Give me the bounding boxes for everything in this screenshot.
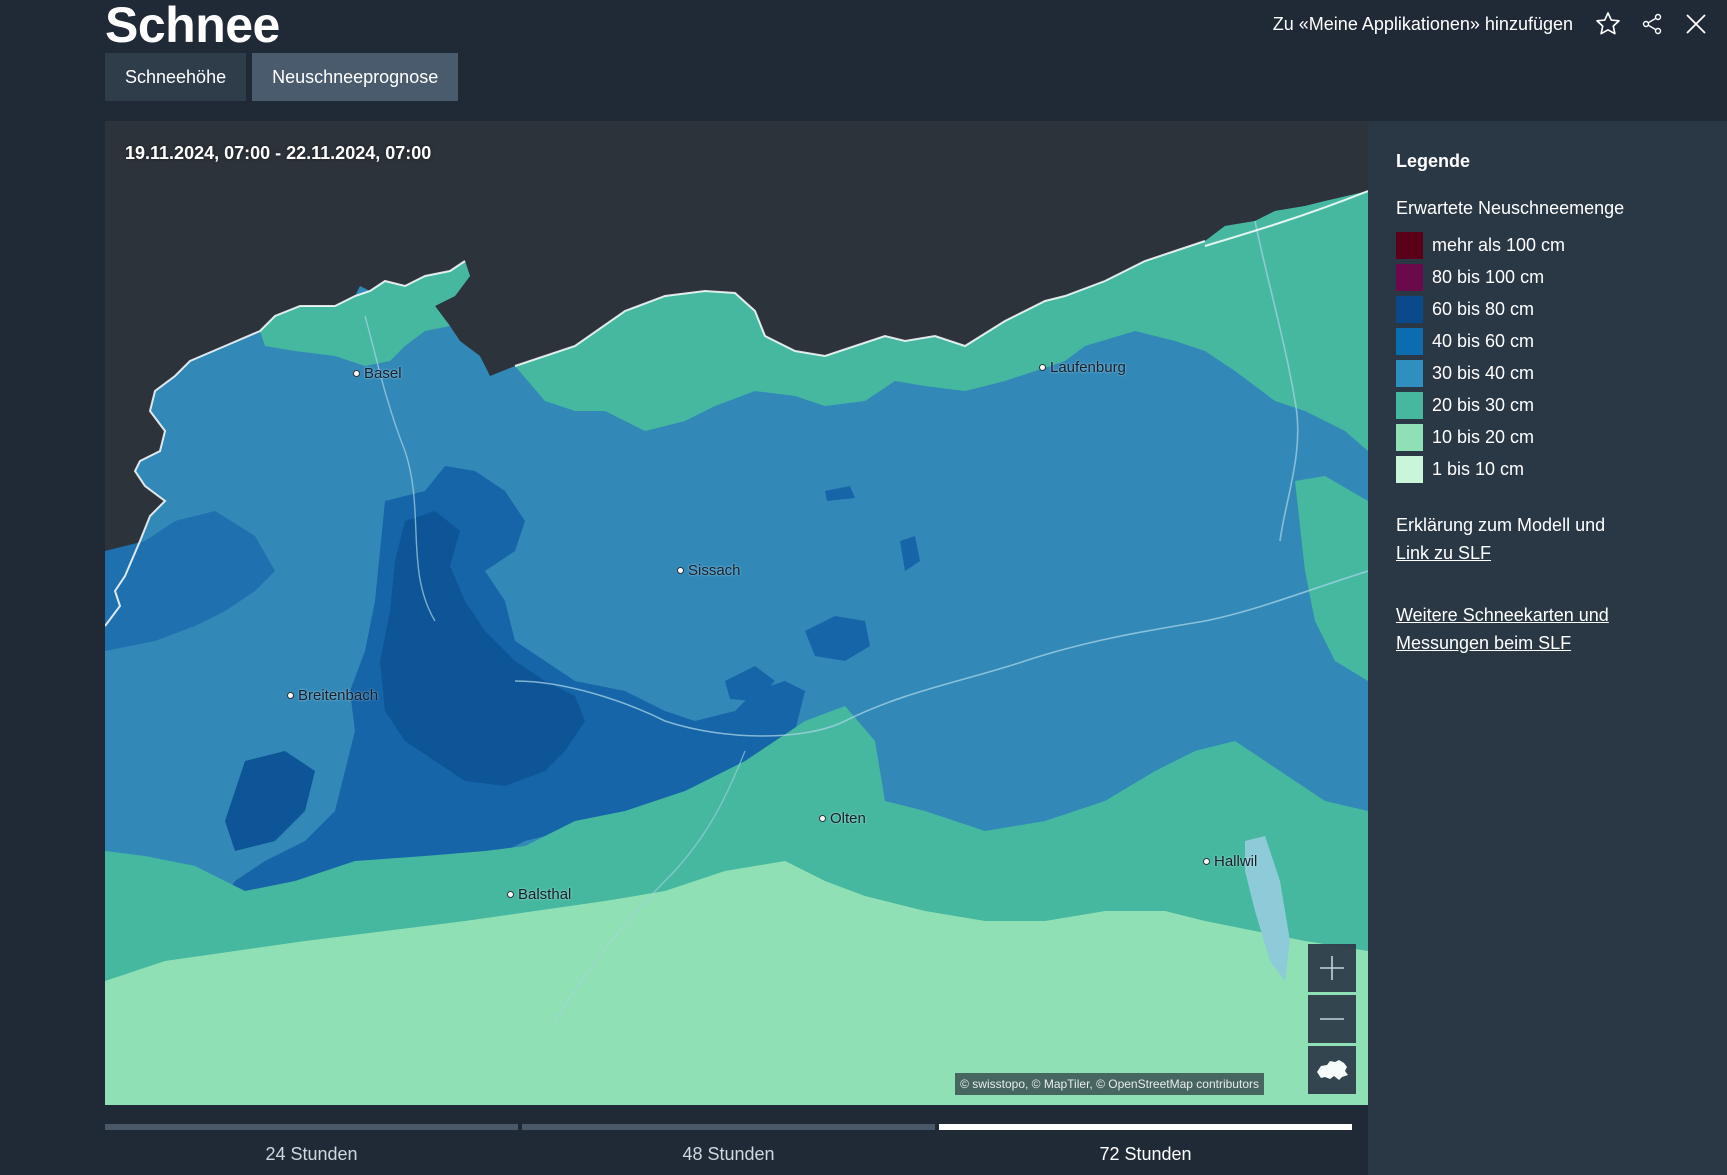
model-explanation-text: Erklärung zum Modell und [1396, 515, 1606, 535]
place-marker [507, 891, 514, 898]
legend-swatch [1396, 295, 1423, 323]
legend-swatch [1396, 455, 1423, 483]
place-olten: Olten [819, 810, 866, 827]
place-marker [677, 567, 684, 574]
place-hallwil: Hallwil [1203, 853, 1257, 870]
place-label: Sissach [688, 562, 741, 579]
legend-item: 80 bis 100 cm [1396, 261, 1727, 293]
legend-items: mehr als 100 cm 80 bis 100 cm 60 bis 80 … [1396, 229, 1727, 485]
zoom-out-button[interactable] [1308, 995, 1356, 1043]
tab-bar: Schneehöhe Neuschneeprognose [105, 53, 459, 101]
map-attribution: © swisstopo, © MapTiler, © OpenStreetMap… [955, 1073, 1264, 1095]
header-actions: Zu «Meine Applikationen» hinzufügen [1273, 6, 1711, 42]
legend-swatch [1396, 359, 1423, 387]
legend-swatch [1396, 327, 1423, 355]
timeline-label: 72 Stunden [1099, 1144, 1192, 1164]
zoom-out-icon [1320, 1018, 1344, 1020]
legend-label: mehr als 100 cm [1432, 234, 1566, 255]
timeline-label: 48 Stunden [682, 1144, 775, 1164]
reset-view-button[interactable] [1308, 1046, 1356, 1094]
legend-swatch [1396, 391, 1423, 419]
legend-item: 30 bis 40 cm [1396, 357, 1727, 389]
slf-link[interactable]: Link zu SLF [1396, 539, 1727, 567]
place-sissach: Sissach [677, 562, 741, 579]
place-marker [353, 370, 360, 377]
legend-swatch [1396, 231, 1423, 259]
forecast-date-range: 19.11.2024, 07:00 - 22.11.2024, 07:00 [125, 143, 432, 163]
more-maps-link[interactable]: Weitere Schneekarten und Messungen beim … [1396, 601, 1727, 657]
place-label: Basel [364, 365, 402, 382]
add-to-my-apps-link[interactable]: Zu «Meine Applikationen» hinzufügen [1273, 14, 1573, 35]
place-label: Olten [830, 810, 866, 827]
place-marker [1039, 364, 1046, 371]
share-icon[interactable] [1637, 9, 1667, 39]
legend-label: 80 bis 100 cm [1432, 266, 1545, 287]
legend-panel: Legende Erwartete Neuschneemenge mehr al… [1368, 121, 1727, 1175]
zoom-in-icon [1320, 956, 1344, 980]
legend-label: 30 bis 40 cm [1432, 362, 1535, 383]
legend-swatch [1396, 263, 1423, 291]
timeline-72h[interactable]: 72 Stunden [939, 1124, 1352, 1165]
legend-item: 20 bis 30 cm [1396, 389, 1727, 421]
timeline-label: 24 Stunden [265, 1144, 358, 1164]
legend-item: 10 bis 20 cm [1396, 421, 1727, 453]
snow-forecast-map[interactable]: 19.11.2024, 07:00 - 22.11.2024, 07:00 Ba… [105, 121, 1368, 1105]
place-laufenburg: Laufenburg [1039, 359, 1126, 376]
place-breitenbach: Breitenbach [287, 687, 378, 704]
map-canvas [105, 121, 1368, 1105]
place-label: Breitenbach [298, 687, 379, 704]
timeline-bar [939, 1124, 1352, 1130]
zoom-in-button[interactable] [1308, 944, 1356, 992]
tab-schneehoehe[interactable]: Schneehöhe [105, 53, 247, 101]
model-explanation: Erklärung zum Modell und Link zu SLF [1396, 511, 1727, 567]
tab-neuschneeprognose[interactable]: Neuschneeprognose [252, 53, 459, 101]
timeline-bar [522, 1124, 935, 1130]
timeline: 24 Stunden 48 Stunden 72 Stunden [105, 1124, 1352, 1165]
timeline-24h[interactable]: 24 Stunden [105, 1124, 518, 1165]
legend-title: Legende [1396, 151, 1471, 171]
legend-label: 1 bis 10 cm [1432, 458, 1525, 479]
legend-label: 40 bis 60 cm [1432, 330, 1535, 351]
place-marker [287, 692, 294, 699]
timeline-bar [105, 1124, 518, 1130]
legend-item: 60 bis 80 cm [1396, 293, 1727, 325]
place-marker [819, 815, 826, 822]
place-label: Laufenburg [1050, 359, 1126, 376]
page-title: Schnee [105, 0, 280, 53]
place-basel: Basel [353, 365, 402, 382]
legend-item: mehr als 100 cm [1396, 229, 1727, 261]
timeline-48h[interactable]: 48 Stunden [522, 1124, 935, 1165]
place-label: Balsthal [518, 886, 572, 903]
place-marker [1203, 858, 1210, 865]
legend-label: 60 bis 80 cm [1432, 298, 1535, 319]
close-icon[interactable] [1681, 9, 1711, 39]
switzerland-icon [1317, 1060, 1348, 1080]
legend-label: 20 bis 30 cm [1432, 394, 1535, 415]
place-balsthal: Balsthal [507, 886, 571, 903]
place-label: Hallwil [1214, 853, 1258, 870]
legend-item: 1 bis 10 cm [1396, 453, 1727, 485]
more-maps-link-line1[interactable]: Weitere Schneekarten und [1396, 601, 1727, 629]
star-icon[interactable] [1593, 9, 1623, 39]
more-maps-link-line2[interactable]: Messungen beim SLF [1396, 629, 1727, 657]
legend-subtitle: Erwartete Neuschneemenge [1396, 198, 1625, 218]
legend-swatch [1396, 423, 1423, 451]
legend-label: 10 bis 20 cm [1432, 426, 1535, 447]
legend-item: 40 bis 60 cm [1396, 325, 1727, 357]
